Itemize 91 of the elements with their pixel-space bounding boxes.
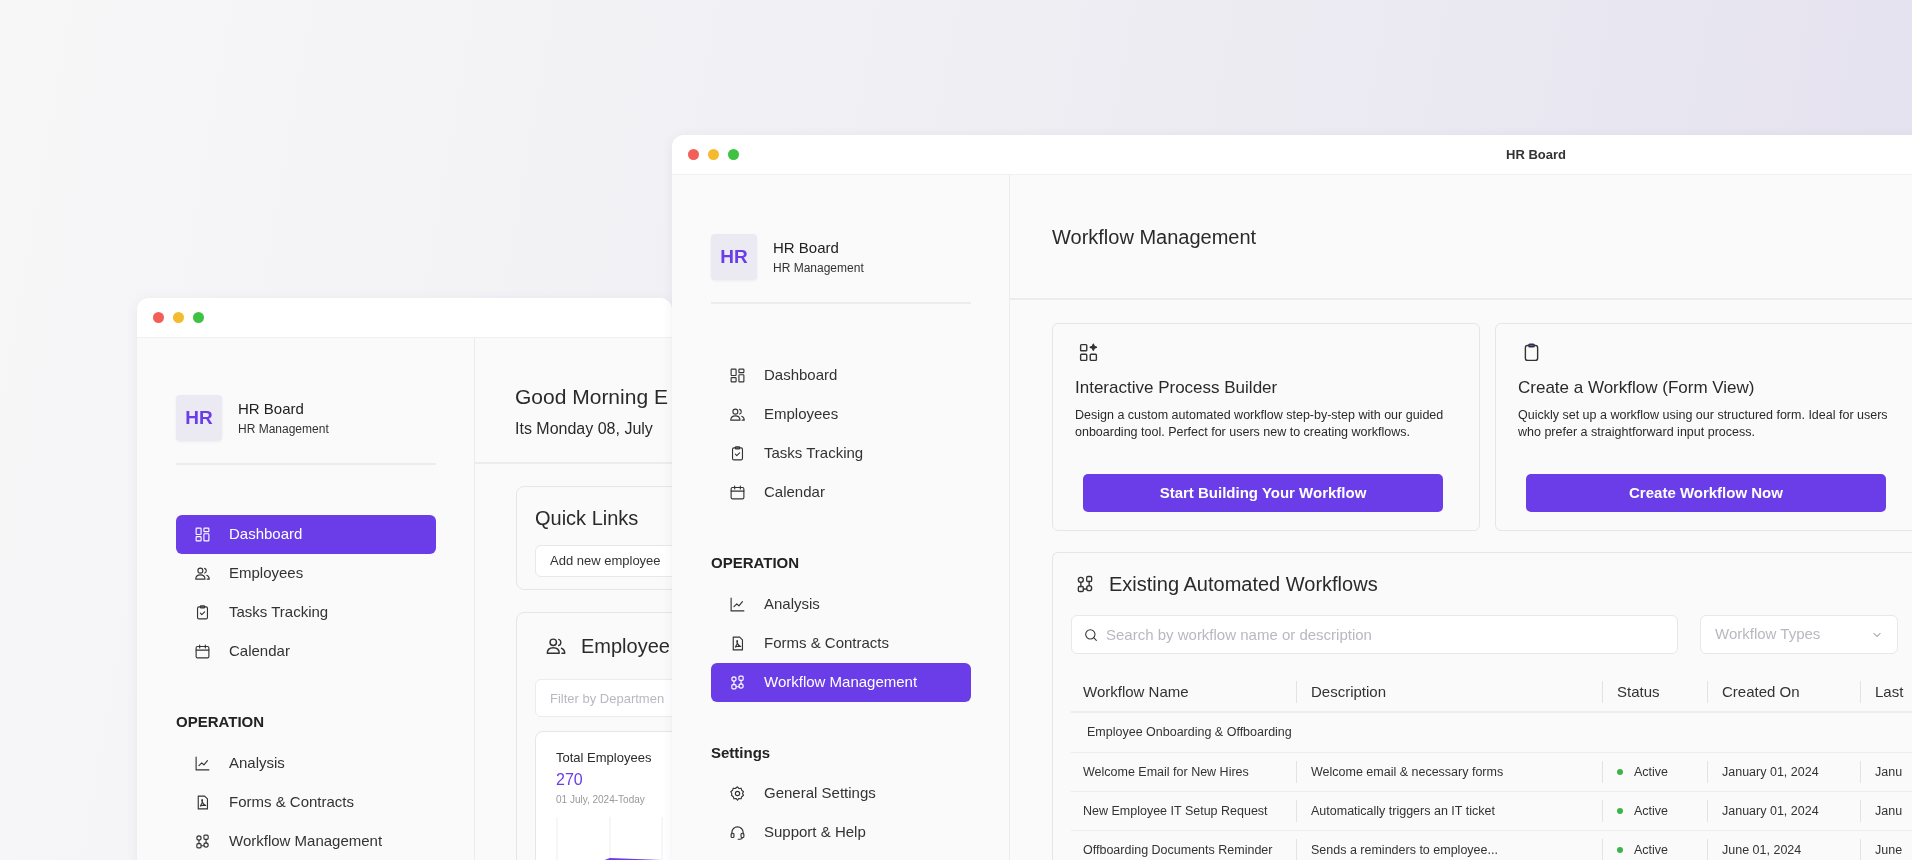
column-header: Workflow Name [1082, 681, 1190, 702]
sidebar-item[interactable]: Analysis [176, 743, 436, 783]
table-cell: June 01, 2024 [1707, 838, 1860, 860]
minimize-button[interactable] [173, 312, 184, 323]
window-title: HR Board [1506, 146, 1566, 162]
status-text: Active [1634, 764, 1669, 779]
nodes-icon [194, 832, 211, 850]
maximize-button[interactable] [193, 312, 204, 323]
card-description: Design a custom automated workflow step-by-step with our guided onboarding tool. Perfect for users new to creating workflows. [1075, 406, 1445, 441]
close-button[interactable] [153, 312, 164, 323]
logo: HR [711, 234, 757, 280]
calendar-icon [729, 484, 746, 501]
people-icon [194, 565, 211, 582]
sidebar-item[interactable]: Workflow Management [711, 662, 971, 702]
date-text: Its Monday 08, July [515, 418, 654, 439]
status-text: Active [1634, 842, 1669, 857]
logo: HR [176, 395, 222, 441]
filter-field[interactable]: Filter by Departmen [535, 679, 672, 717]
stat-label: Total Employees [556, 749, 653, 767]
chart-icon [729, 595, 746, 613]
column-header: Last [1860, 680, 1912, 703]
table-cell: June [1860, 838, 1912, 860]
people-icon [545, 635, 567, 657]
table-cell: Sends a reminders to employee... [1296, 838, 1602, 860]
status-dot [1617, 808, 1623, 815]
brand-name: HR Board [773, 237, 840, 258]
settings-icon [729, 785, 746, 802]
sparkle-grid-icon [1078, 342, 1099, 363]
brand-subtitle: HR Management [773, 260, 864, 278]
table-cell: January 01, 2024 [1707, 760, 1860, 783]
section-heading: Settings [711, 742, 772, 763]
sidebar-item[interactable]: Forms & Contracts [711, 623, 971, 663]
table-cell: Janu [1860, 799, 1912, 822]
search-field[interactable]: Search by workflow name or description [1071, 615, 1678, 654]
people-icon [729, 406, 746, 423]
sidebar-item[interactable]: General Settings [711, 774, 971, 813]
brand-name: HR Board [238, 398, 305, 419]
sidebar-item[interactable]: Dashboard [711, 356, 971, 395]
section-heading: OPERATION [711, 553, 801, 573]
primary-button[interactable]: Create Workflow Now [1526, 474, 1886, 512]
status-dot [1617, 769, 1623, 776]
group-title: Employee Onboarding & Offboarding [1087, 724, 1292, 739]
primary-button[interactable]: Start Building Your Workflow [1083, 474, 1443, 512]
sidebar-item[interactable]: Calendar [176, 632, 436, 671]
table-cell: Automatically triggers an IT ticket [1296, 799, 1602, 822]
table-cell-text: Offboarding Documents Reminder [1082, 841, 1274, 859]
table-cell: January 01, 2024 [1707, 799, 1860, 822]
column-header: Description [1296, 680, 1602, 703]
minimize-button[interactable] [708, 149, 719, 160]
section-title: Existing Automated Workflows [1109, 572, 1378, 597]
status-text: Active [1634, 803, 1669, 818]
greeting: Good Morning E [515, 384, 669, 411]
table-cell-text: Welcome Email for New Hires [1082, 763, 1250, 781]
clipboard-icon [194, 604, 211, 621]
column-header: Status [1602, 680, 1707, 703]
sidebar-item[interactable]: Employees [176, 554, 436, 593]
card-title: Interactive Process Builder [1075, 377, 1279, 399]
sidebar-item[interactable]: Analysis [711, 584, 971, 624]
maximize-button[interactable] [728, 149, 739, 160]
sidebar-item[interactable]: Tasks Tracking [711, 434, 971, 473]
sidebar-item[interactable]: Tasks Tracking [176, 593, 436, 632]
table-cell: Welcome email & necessary forms [1296, 760, 1602, 783]
quick-link[interactable]: Add new employee [535, 545, 672, 577]
headset-icon [729, 824, 746, 841]
card-title: Create a Workflow (Form View) [1518, 377, 1756, 399]
sidebar-item[interactable]: Employees [711, 395, 971, 434]
sidebar-item[interactable]: Calendar [711, 473, 971, 512]
table-cell: Janu [1860, 760, 1912, 783]
sidebar-item[interactable]: Forms & Contracts [176, 782, 436, 822]
status-dot [1617, 847, 1623, 854]
section-heading: OPERATION [176, 712, 266, 732]
close-button[interactable] [688, 149, 699, 160]
nodes-icon [729, 673, 746, 691]
sidebar-item[interactable]: Support & Help [711, 813, 971, 852]
card-description: Quickly set up a workflow using our structured form. Ideal for users who prefer a straightforward input process. [1518, 406, 1889, 441]
table-cell-text: New Employee IT Setup Request [1082, 802, 1269, 820]
sidebar-item[interactable]: Workflow Management [176, 821, 436, 860]
sidebar-item[interactable]: Dashboard [176, 515, 436, 554]
card-title: Quick Links [535, 506, 640, 531]
calendar-icon [194, 643, 211, 660]
stat-range: 01 July, 2024-Today [556, 792, 646, 807]
chart-icon [194, 754, 211, 772]
stat-value: 270 [556, 769, 584, 790]
page-title: Workflow Management [1052, 224, 1257, 250]
grid-icon [194, 526, 211, 543]
brand-subtitle: HR Management [238, 421, 329, 439]
nodes-icon [1075, 574, 1095, 594]
column-header: Created On [1707, 680, 1860, 703]
clipboard-icon [729, 445, 746, 462]
card-title: Employee [581, 634, 670, 659]
grid-icon [729, 367, 746, 384]
